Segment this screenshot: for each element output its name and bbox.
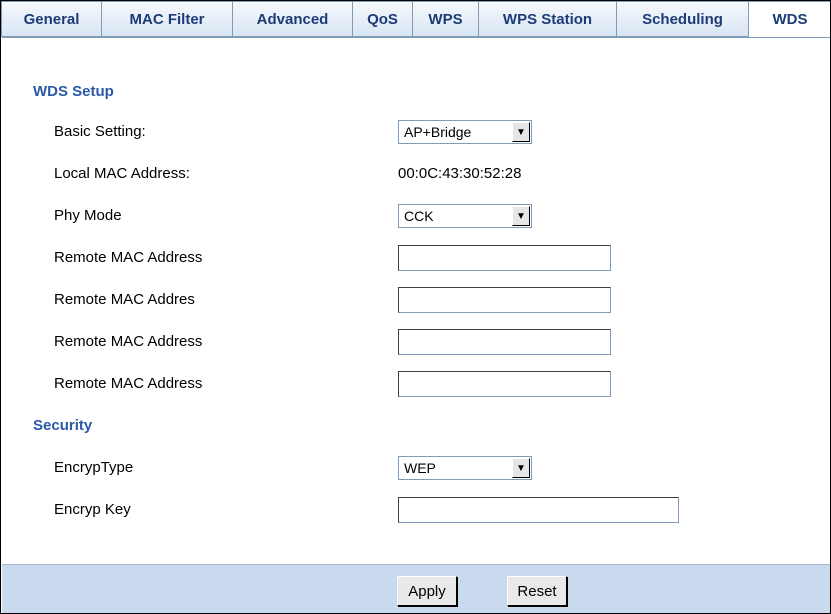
button-bar: Apply Reset	[2, 564, 830, 613]
remote-mac-4-label: Remote MAC Address	[54, 375, 203, 392]
basic-setting-select[interactable]: AP+Bridge ▼	[398, 120, 532, 144]
encryp-key-label: Encryp Key	[54, 501, 131, 518]
phy-mode-label: Phy Mode	[54, 207, 122, 224]
chevron-down-icon[interactable]: ▼	[512, 206, 530, 226]
tab-wds[interactable]: WDS	[749, 1, 830, 37]
tab-bar: General MAC Filter Advanced QoS WPS WPS …	[1, 1, 830, 37]
wds-settings-panel: WDS Setup Basic Setting: AP+Bridge ▼ Loc…	[2, 37, 830, 563]
phy-mode-value: CCK	[404, 208, 434, 224]
reset-button[interactable]: Reset	[507, 576, 567, 606]
remote-mac-2-label: Remote MAC Addres	[54, 291, 195, 308]
basic-setting-value: AP+Bridge	[404, 124, 472, 140]
remote-mac-3-input[interactable]	[398, 329, 611, 355]
remote-mac-4-input[interactable]	[398, 371, 611, 397]
local-mac-value: 00:0C:43:30:52:28	[398, 165, 522, 182]
tab-wps[interactable]: WPS	[413, 1, 479, 37]
encryp-type-value: WEP	[404, 460, 436, 476]
phy-mode-select[interactable]: CCK ▼	[398, 204, 532, 228]
remote-mac-3-label: Remote MAC Address	[54, 333, 203, 350]
remote-mac-1-label: Remote MAC Address	[54, 249, 203, 266]
tab-qos[interactable]: QoS	[353, 1, 413, 37]
tab-mac-filter[interactable]: MAC Filter	[102, 1, 233, 37]
apply-button[interactable]: Apply	[397, 576, 457, 606]
remote-mac-2-input[interactable]	[398, 287, 611, 313]
basic-setting-label: Basic Setting:	[54, 123, 146, 140]
encryp-key-input[interactable]	[398, 497, 679, 523]
chevron-down-icon[interactable]: ▼	[512, 458, 530, 478]
tab-scheduling[interactable]: Scheduling	[617, 1, 749, 37]
encryp-type-label: EncrypType	[54, 459, 134, 476]
remote-mac-1-input[interactable]	[398, 245, 611, 271]
wds-settings-window: General MAC Filter Advanced QoS WPS WPS …	[0, 0, 831, 614]
tab-wps-station[interactable]: WPS Station	[479, 1, 617, 37]
security-heading: Security	[33, 417, 93, 434]
wds-setup-heading: WDS Setup	[33, 83, 114, 100]
tab-general[interactable]: General	[1, 1, 102, 37]
tab-advanced[interactable]: Advanced	[233, 1, 353, 37]
local-mac-label: Local MAC Address:	[54, 165, 190, 182]
chevron-down-icon[interactable]: ▼	[512, 122, 530, 142]
encryp-type-select[interactable]: WEP ▼	[398, 456, 532, 480]
